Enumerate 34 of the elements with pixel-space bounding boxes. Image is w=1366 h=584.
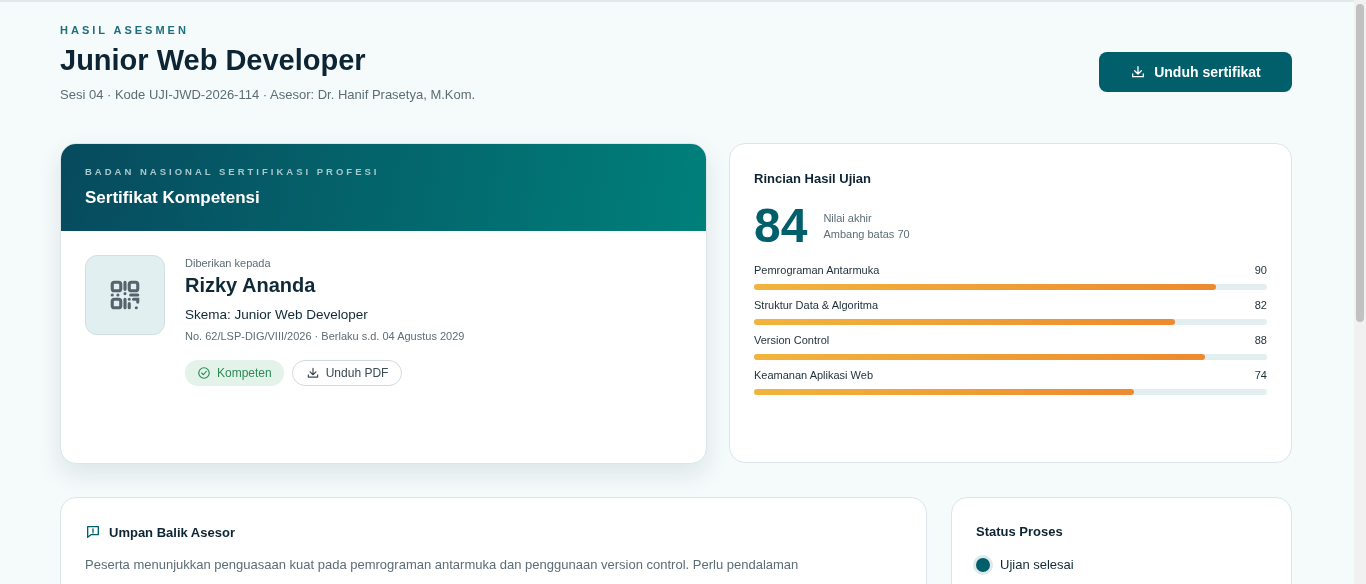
recipient-name: Rizky Ananda xyxy=(185,274,317,297)
subject-name: Pemrograman Antarmuka xyxy=(754,264,880,276)
subject-name: Version Control xyxy=(754,334,830,346)
given-to-label: Diberikan kepada xyxy=(185,257,272,269)
session-info: Sesi 04 · Kode UJI-JWD-2026-114 · Asesor: Dr. Hanif Prasetya, M.Kom. xyxy=(60,87,476,102)
subject-score: 90 xyxy=(1254,264,1267,276)
certificate-title: Sertifikat Kompetensi xyxy=(85,188,261,208)
page-title: Junior Web Developer xyxy=(60,44,367,77)
subject-score: 88 xyxy=(1254,334,1267,346)
scheme-text: Skema: Junior Web Developer xyxy=(185,307,369,322)
subject-name: Struktur Data & Algoritma xyxy=(754,299,879,311)
certificate-number: No. 62/LSP-DIG/VIII/2026 · Berlaku s.d. 04 Agustus 2029 xyxy=(185,330,465,342)
card-title: Rincian Hasil Ujian xyxy=(754,171,873,186)
section-eyebrow: HASIL ASESMEN xyxy=(60,24,190,36)
card-title: Umpan Balik Asesor xyxy=(109,524,235,540)
check-circle-icon xyxy=(197,366,211,380)
download-icon xyxy=(305,366,320,380)
scrollbar[interactable] xyxy=(1354,0,1366,584)
feedback-text: Peserta menunjukkan penguasaan kuat pada pemrograman antarmuka dan penggunaan version control. Perlu pendalaman xyxy=(85,557,800,572)
message-alert-icon xyxy=(85,524,101,540)
download-pdf-button[interactable]: Unduh PDF xyxy=(291,360,403,386)
download-icon xyxy=(1130,64,1147,80)
card-title: Status Proses xyxy=(976,524,1064,539)
step-label: Ujian selesai xyxy=(1000,557,1074,572)
subject-score: 82 xyxy=(1254,299,1267,311)
subject-score: 74 xyxy=(1254,369,1267,381)
threshold-label: Ambang batas 70 xyxy=(823,227,910,242)
download-certificate-button[interactable]: Unduh sertifikat xyxy=(1099,52,1292,92)
qr-code-icon xyxy=(108,278,142,312)
subject-name: Keamanan Aplikasi Web xyxy=(754,369,874,381)
competent-status-badge: Kompeten xyxy=(185,360,284,386)
final-score: 84 xyxy=(754,202,808,250)
score-label: Nilai akhir xyxy=(823,211,873,226)
issuer-label: BADAN NASIONAL SERTIFIKASI PROFESI xyxy=(85,166,381,177)
